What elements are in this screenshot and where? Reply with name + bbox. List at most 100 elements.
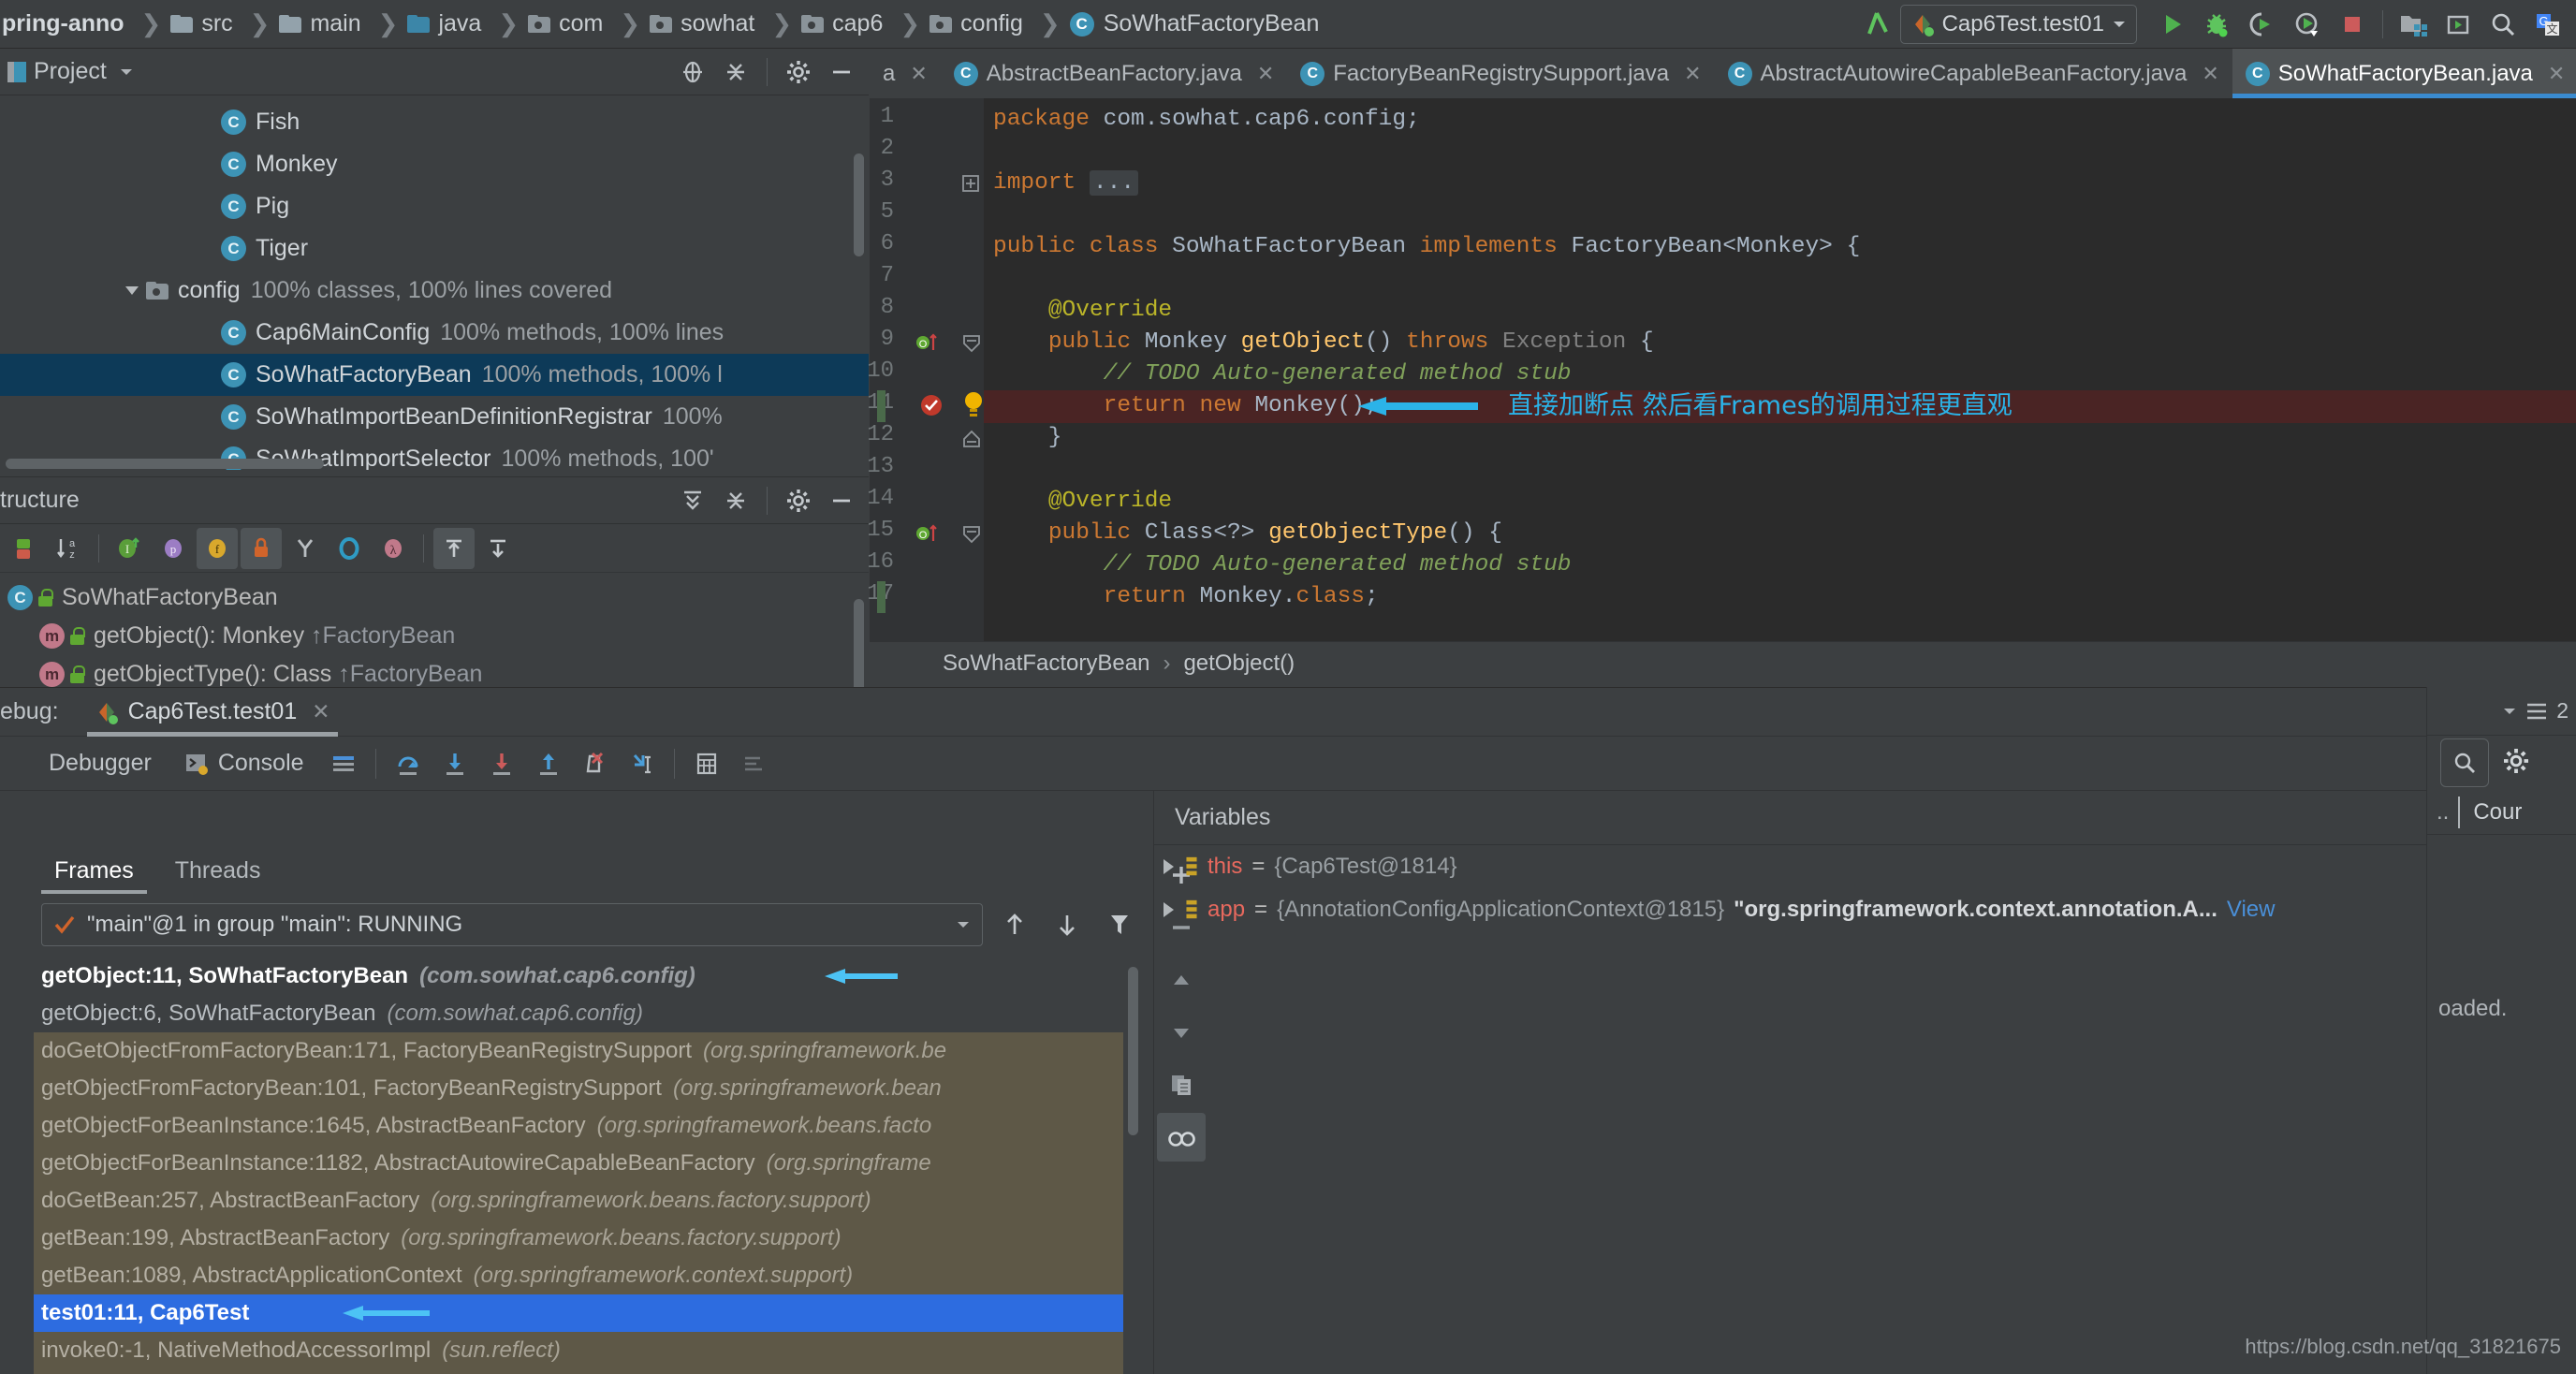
structure-tree[interactable]: C SoWhatFactoryBean m getObject(): Monkey ↑… xyxy=(0,573,869,694)
tree-node[interactable]: C Cap6MainConfig 100% methods, 100% lines xyxy=(0,312,869,354)
run-configuration-selector[interactable]: Cap6Test.test01 xyxy=(1899,4,2137,44)
tab-threads[interactable]: Threads xyxy=(154,857,282,894)
editor-breadcrumb[interactable]: SoWhatFactoryBean › getObject() xyxy=(870,641,2576,685)
structure-item[interactable]: m getObject(): Monkey ↑FactoryBean xyxy=(0,617,869,655)
evaluate-expression-icon[interactable] xyxy=(684,742,729,785)
collapse-all-icon[interactable] xyxy=(716,52,755,92)
mute-breakpoints-icon[interactable] xyxy=(731,742,776,785)
tab-abstractautowirecapablebeanfactory-java[interactable]: C AbstractAutowireCapableBeanFactory.java… xyxy=(1715,49,2232,98)
code-line[interactable] xyxy=(984,136,2576,168)
close-icon[interactable]: ✕ xyxy=(1684,62,1701,86)
up-icon[interactable] xyxy=(994,904,1035,945)
code-line[interactable]: public Class<?> getObjectType() { xyxy=(984,518,2576,549)
breadcrumb-item-java[interactable]: ❯ java xyxy=(367,0,488,49)
down-icon[interactable] xyxy=(1046,904,1088,945)
layout-icon[interactable] xyxy=(321,742,366,785)
code-line[interactable]: @Override xyxy=(984,486,2576,518)
close-icon[interactable]: ✕ xyxy=(1257,62,1274,86)
open-terminal-icon[interactable] xyxy=(2436,4,2481,45)
expand-import-icon[interactable] xyxy=(961,174,980,193)
frame-row[interactable]: getObjectFromFactoryBean:101, FactoryBea… xyxy=(34,1070,1123,1107)
debug-session-tab[interactable]: Cap6Test.test01 ✕ xyxy=(86,688,338,737)
gear-icon[interactable] xyxy=(2502,747,2530,780)
code-content[interactable]: package com.sowhat.cap6.config; import .… xyxy=(984,98,2576,641)
code-line[interactable]: public Monkey getObject() throws Excepti… xyxy=(984,327,2576,358)
tree-node[interactable]: config 100% classes, 100% lines covered xyxy=(0,270,869,312)
project-tree[interactable]: C Fish C Monkey C Pig C Tiger config 100% classes… xyxy=(0,95,869,470)
search-icon[interactable] xyxy=(2440,738,2489,787)
breadcrumb-item-main[interactable]: ❯ main xyxy=(239,0,367,49)
breadcrumb-item-cap6[interactable]: ❯ cap6 xyxy=(760,0,888,49)
code-line[interactable]: public class SoWhatFactoryBean implement… xyxy=(984,231,2576,263)
breadcrumb-item-com[interactable]: ❯ com xyxy=(487,0,608,49)
autoscroll-to-source-icon[interactable] xyxy=(433,527,475,569)
variables-list[interactable]: this = {Cap6Test@1814} app = {AnnotationConfi… xyxy=(1154,845,2426,1374)
code-line[interactable]: import ... xyxy=(984,168,2576,199)
tab-sowhatfactorybean-java[interactable]: C SoWhatFactoryBean.java ✕ xyxy=(2232,49,2576,98)
code-line[interactable]: // TODO Auto-generated method stub xyxy=(984,358,2576,390)
expand-arrow-icon[interactable] xyxy=(1164,902,1174,917)
expand-all-icon[interactable] xyxy=(673,481,712,520)
tree-node-selected[interactable]: C SoWhatFactoryBean 100% methods, 100% l xyxy=(0,354,869,396)
overflow-dots[interactable]: .. xyxy=(2427,799,2458,826)
frames-list[interactable]: getObject:11, SoWhatFactoryBean (com.sowh… xyxy=(34,957,1123,1374)
frame-row[interactable]: doGetBean:257, AbstractBeanFactory (org.s… xyxy=(34,1182,1123,1220)
show-non-public-icon[interactable] xyxy=(4,528,45,569)
code-line[interactable] xyxy=(984,454,2576,486)
tab-abstractbeanfactory-java[interactable]: C AbstractBeanFactory.java ✕ xyxy=(941,49,1287,98)
frame-row[interactable]: getObject:6, SoWhatFactoryBean (com.sowha… xyxy=(34,995,1123,1032)
show-properties-icon[interactable]: p xyxy=(153,528,194,569)
frame-row-selected[interactable]: test01:11, Cap6Test xyxy=(34,1294,1123,1332)
drop-frame-icon[interactable] xyxy=(573,742,618,785)
close-icon[interactable]: ✕ xyxy=(910,62,927,86)
frame-row[interactable]: getBean:199, AbstractBeanFactory (org.spr… xyxy=(34,1220,1123,1257)
breadcrumb-item-src[interactable]: ❯ src xyxy=(130,0,239,49)
filter-icon[interactable] xyxy=(1099,904,1140,945)
code-editor[interactable]: 12356789O101112131415O1617 package com.s… xyxy=(867,98,2576,641)
step-over-icon[interactable] xyxy=(386,742,431,785)
code-line[interactable] xyxy=(984,199,2576,231)
frame-row[interactable]: getObjectForBeanInstance:1182, AbstractA… xyxy=(34,1145,1123,1182)
breadcrumb-item-sowhat[interactable]: ❯ sowhat xyxy=(608,0,760,49)
show-inherited-icon[interactable]: I xyxy=(109,528,150,569)
collapse-all-icon[interactable] xyxy=(716,481,755,520)
frame-row[interactable]: invoke0:-1, NativeMethodAccessorImpl (sun… xyxy=(34,1332,1123,1369)
tab-factorybeanregistrysupport-java[interactable]: C FactoryBeanRegistrySupport.java ✕ xyxy=(1287,49,1714,98)
show-lambdas-icon[interactable]: λ xyxy=(373,528,414,569)
chevron-down-icon[interactable] xyxy=(956,919,971,930)
settings-icon[interactable] xyxy=(779,52,818,92)
step-out-icon[interactable] xyxy=(526,742,571,785)
show-anonymous-icon[interactable] xyxy=(329,528,370,569)
debug-icon[interactable] xyxy=(2195,4,2240,45)
frame-row[interactable]: invoke:62, NativeMethodAccessorImpl(sun.… xyxy=(34,1369,1123,1374)
show-non-public-members-icon[interactable] xyxy=(241,527,282,569)
locate-icon[interactable] xyxy=(673,52,712,92)
step-into-icon[interactable] xyxy=(432,742,477,785)
force-step-into-icon[interactable] xyxy=(479,742,524,785)
show-fields-icon[interactable]: f xyxy=(197,527,238,569)
view-link[interactable]: View xyxy=(2227,897,2276,923)
tab-frames[interactable]: Frames xyxy=(34,857,154,894)
close-icon[interactable]: ✕ xyxy=(312,699,329,724)
profile-icon[interactable] xyxy=(2285,4,2330,45)
breadcrumb-item-config[interactable]: ❯ config xyxy=(888,0,1029,49)
overridden-method-icon[interactable]: O xyxy=(915,329,946,356)
fold-marker-icon[interactable] xyxy=(961,334,982,353)
structure-item[interactable]: C SoWhatFactoryBean xyxy=(0,578,869,617)
frames-scrollbar[interactable] xyxy=(1128,967,1138,1135)
structure-scrollbar[interactable] xyxy=(854,599,864,693)
frame-row[interactable]: getObject:11, SoWhatFactoryBean (com.sowh… xyxy=(34,957,1123,995)
editor-marker-bar[interactable] xyxy=(2563,98,2576,641)
frame-row[interactable]: doGetObjectFromFactoryBean:171, FactoryB… xyxy=(34,1032,1123,1070)
translate-icon[interactable]: G 文 xyxy=(2525,4,2570,45)
breakpoint-icon[interactable] xyxy=(918,392,944,418)
editor-breadcrumb-item[interactable]: getObject() xyxy=(1183,650,1295,677)
editor-breadcrumb-item[interactable]: SoWhatFactoryBean xyxy=(943,650,1149,677)
close-icon[interactable]: ✕ xyxy=(2202,62,2218,86)
build-icon[interactable] xyxy=(1855,4,1900,45)
tab-console[interactable]: Console xyxy=(168,750,319,777)
variable-row[interactable]: this = {Cap6Test@1814} xyxy=(1154,845,2426,888)
code-line[interactable]: } xyxy=(984,422,2576,454)
tree-node[interactable]: C Tiger xyxy=(0,227,869,270)
expand-arrow-icon[interactable] xyxy=(125,286,139,295)
